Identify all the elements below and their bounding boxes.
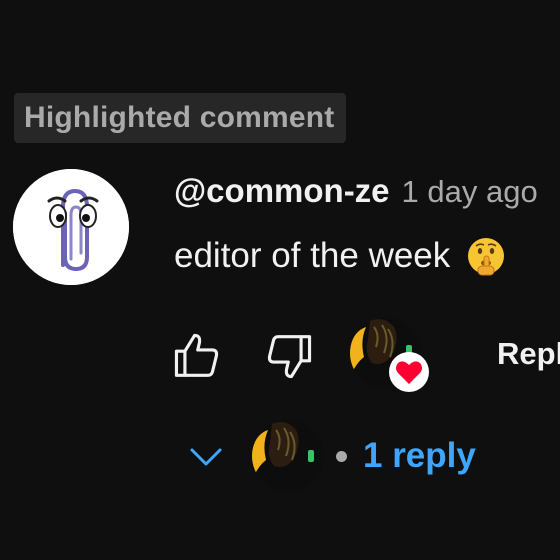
thumbs-up-icon bbox=[174, 333, 219, 377]
reply-author-avatar bbox=[252, 420, 324, 492]
thumbs-down-icon bbox=[267, 335, 312, 379]
comment-timestamp[interactable]: 1 day ago bbox=[402, 174, 538, 210]
heart-icon bbox=[388, 351, 430, 393]
paperclip-avatar-icon bbox=[13, 169, 129, 285]
view-replies-toggle[interactable]: 1 reply bbox=[184, 418, 476, 494]
creator-heart bbox=[350, 317, 434, 397]
shushing-face-emoji-icon bbox=[466, 236, 506, 276]
comment-panel: Highlighted comment @common-ze 1 day ago… bbox=[0, 0, 560, 560]
comment-header: @common-ze 1 day ago bbox=[174, 172, 538, 210]
highlighted-comment-badge: Highlighted comment bbox=[14, 93, 347, 143]
reply-button[interactable]: Reply bbox=[497, 336, 560, 372]
separator-dot bbox=[336, 450, 347, 462]
reply-count-label[interactable]: 1 reply bbox=[363, 436, 476, 476]
dislike-button[interactable] bbox=[258, 325, 320, 387]
comment-body: editor of the week bbox=[174, 236, 506, 276]
chevron-down-icon bbox=[184, 434, 228, 478]
like-button[interactable] bbox=[166, 325, 228, 387]
comment-text: editor of the week bbox=[174, 236, 451, 275]
author-handle[interactable]: @common-ze bbox=[174, 172, 390, 210]
author-avatar[interactable] bbox=[13, 169, 129, 285]
badge-label: Highlighted comment bbox=[24, 101, 335, 134]
